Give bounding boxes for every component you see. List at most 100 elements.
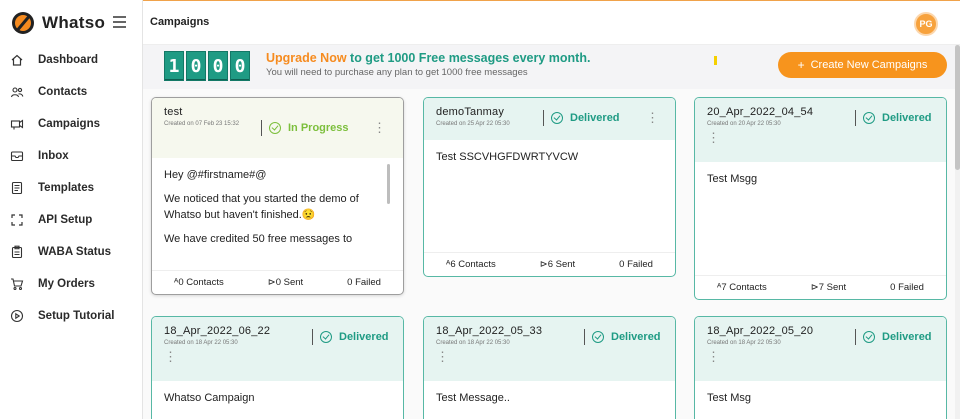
menu-icon[interactable] <box>113 16 126 31</box>
campaign-message: Test Message.. <box>424 381 675 419</box>
failed-count: 0 Failed <box>890 282 924 293</box>
sidebar-item-inbox[interactable]: Inbox <box>0 140 143 172</box>
sidebar: Whatso Dashboard Contacts Campaigns Inbo… <box>0 0 143 419</box>
campaign-card-header: 18_Apr_2022_05_33 Created on 18 Apr 22 0… <box>424 317 675 381</box>
sidebar-item-label: Inbox <box>38 150 69 162</box>
campaigns-icon <box>10 117 24 131</box>
campaign-status-label: Delivered <box>882 112 932 124</box>
campaign-card[interactable]: demoTanmay Created on 25 Apr 22 05:30 De… <box>423 97 676 277</box>
campaign-status-label: In Progress <box>288 122 349 134</box>
campaign-card[interactable]: test Created on 07 Feb 23 15:32 In Progr… <box>151 97 404 295</box>
brand-name: Whatso <box>42 13 106 32</box>
contacts-count: ᴬ7 Contacts <box>717 282 767 293</box>
main-content: 1 0 0 0 Upgrade Now to get 1000 Free mes… <box>143 45 955 419</box>
sidebar-item-label: Campaigns <box>38 118 100 130</box>
avatar[interactable]: PG <box>914 12 938 36</box>
more-options-icon[interactable]: ⋮ <box>707 350 934 363</box>
message-line: Test Msg <box>707 392 752 404</box>
scrollbar-thumb[interactable] <box>955 45 960 170</box>
campaign-message: Test SSCVHGFDWRTYVCW <box>424 140 675 184</box>
check-circle-icon <box>551 112 563 124</box>
sidebar-item-label: WABA Status <box>38 246 112 258</box>
campaign-stats: ᴬ6 Contacts ⊳6 Sent 0 Failed <box>424 252 675 276</box>
sidebar-item-api-setup[interactable]: API Setup <box>0 204 143 236</box>
campaign-created-date: Created on 18 Apr 22 05:30 <box>164 340 238 346</box>
play-icon <box>10 309 24 323</box>
whatso-logo-icon <box>12 12 34 34</box>
more-options-icon[interactable]: ⋮ <box>646 111 659 124</box>
campaign-stats: ᴬ7 Contacts ⊳7 Sent 0 Failed <box>695 275 946 299</box>
inbox-icon <box>10 149 24 163</box>
counter-digit: 0 <box>230 51 250 81</box>
campaign-status: Delivered <box>855 110 932 126</box>
api-icon <box>10 213 24 227</box>
message-line: We have credited 50 free messages to <box>164 233 353 246</box>
campaign-card[interactable]: 18_Apr_2022_06_22 Created on 18 Apr 22 0… <box>151 316 404 419</box>
campaign-card-header: test Created on 07 Feb 23 15:32 In Progr… <box>152 98 403 158</box>
upgrade-now-link[interactable]: Upgrade Now <box>266 51 347 65</box>
brand[interactable]: Whatso <box>12 10 105 36</box>
campaign-created-date: Created on 20 Apr 22 05:30 <box>707 121 781 127</box>
upgrade-subtext: You will need to purchase any plan to ge… <box>266 67 528 78</box>
send-icon: ⊳ <box>810 282 819 293</box>
sidebar-item-my-orders[interactable]: My Orders <box>0 268 143 300</box>
campaign-card[interactable]: 18_Apr_2022_05_33 Created on 18 Apr 22 0… <box>423 316 676 419</box>
campaign-status-label: Delivered <box>570 112 620 124</box>
home-icon <box>10 53 24 67</box>
message-line: Hey @#firstname#@ <box>164 169 267 181</box>
sidebar-item-setup-tutorial[interactable]: Setup Tutorial <box>0 300 143 332</box>
top-bar: Campaigns PG <box>143 0 960 45</box>
campaign-status: Delivered <box>584 329 661 345</box>
free-message-counter: 1 0 0 0 <box>164 51 252 81</box>
campaign-card-header: 20_Apr_2022_04_54 Created on 20 Apr 22 0… <box>695 98 946 162</box>
templates-icon <box>10 181 24 195</box>
counter-digit: 0 <box>208 51 228 81</box>
create-campaign-button[interactable]: + Create New Campaigns <box>778 52 947 78</box>
sidebar-item-label: Dashboard <box>38 54 99 66</box>
sidebar-item-templates[interactable]: Templates <box>0 172 143 204</box>
page-title: Campaigns <box>150 16 210 28</box>
check-circle-icon <box>320 331 332 343</box>
message-line: Test SSCVHGFDWRTYVCW <box>436 151 579 163</box>
campaign-card[interactable]: 20_Apr_2022_04_54 Created on 20 Apr 22 0… <box>694 97 947 300</box>
sidebar-item-dashboard[interactable]: Dashboard <box>0 44 143 76</box>
campaign-message: Test Msgg <box>695 162 946 206</box>
sidebar-item-campaigns[interactable]: Campaigns <box>0 108 143 140</box>
sidebar-item-label: Setup Tutorial <box>38 310 115 322</box>
failed-count: 0 Failed <box>619 259 653 270</box>
more-options-icon[interactable]: ⋮ <box>707 131 934 144</box>
more-options-icon[interactable]: ⋮ <box>164 350 391 363</box>
campaign-status-label: Delivered <box>882 331 932 343</box>
create-campaign-label: Create New Campaigns <box>810 59 928 71</box>
message-line: Test Message.. <box>436 392 510 404</box>
campaign-stats: ᴬ0 Contacts ⊳0 Sent 0 Failed <box>152 270 403 294</box>
waba-icon <box>10 245 24 259</box>
message-scrollbar[interactable] <box>387 164 390 204</box>
upgrade-text: every month. <box>509 51 591 65</box>
sidebar-item-contacts[interactable]: Contacts <box>0 76 143 108</box>
message-line: Test Msgg <box>707 173 758 185</box>
more-options-icon[interactable]: ⋮ <box>373 121 386 134</box>
failed-count: 0 Failed <box>347 277 381 288</box>
page-scrollbar[interactable] <box>955 45 960 419</box>
campaign-status: In Progress <box>261 120 349 136</box>
campaign-card[interactable]: 18_Apr_2022_05_20 Created on 18 Apr 22 0… <box>694 316 947 419</box>
campaign-message: Test Msg <box>695 381 946 419</box>
campaign-card-header: 18_Apr_2022_05_20 Created on 18 Apr 22 0… <box>695 317 946 381</box>
sidebar-nav: Dashboard Contacts Campaigns Inbox Templ… <box>0 44 143 332</box>
check-circle-icon <box>863 331 875 343</box>
campaign-card-header: demoTanmay Created on 25 Apr 22 05:30 De… <box>424 98 675 140</box>
counter-digit: 0 <box>186 51 206 81</box>
check-circle-icon <box>269 122 281 134</box>
contacts-count: ᴬ6 Contacts <box>446 259 496 270</box>
campaign-status-label: Delivered <box>339 331 389 343</box>
campaign-created-date: Created on 18 Apr 22 05:30 <box>707 340 781 346</box>
upgrade-highlight: 1000 Free messages <box>387 51 510 65</box>
upgrade-text: to get <box>346 51 388 65</box>
campaign-created-date: Created on 18 Apr 22 05:30 <box>436 340 510 346</box>
campaign-status: Delivered <box>543 110 620 126</box>
campaign-status-label: Delivered <box>611 331 661 343</box>
more-options-icon[interactable]: ⋮ <box>436 350 663 363</box>
check-circle-icon <box>592 331 604 343</box>
sidebar-item-waba-status[interactable]: WABA Status <box>0 236 143 268</box>
